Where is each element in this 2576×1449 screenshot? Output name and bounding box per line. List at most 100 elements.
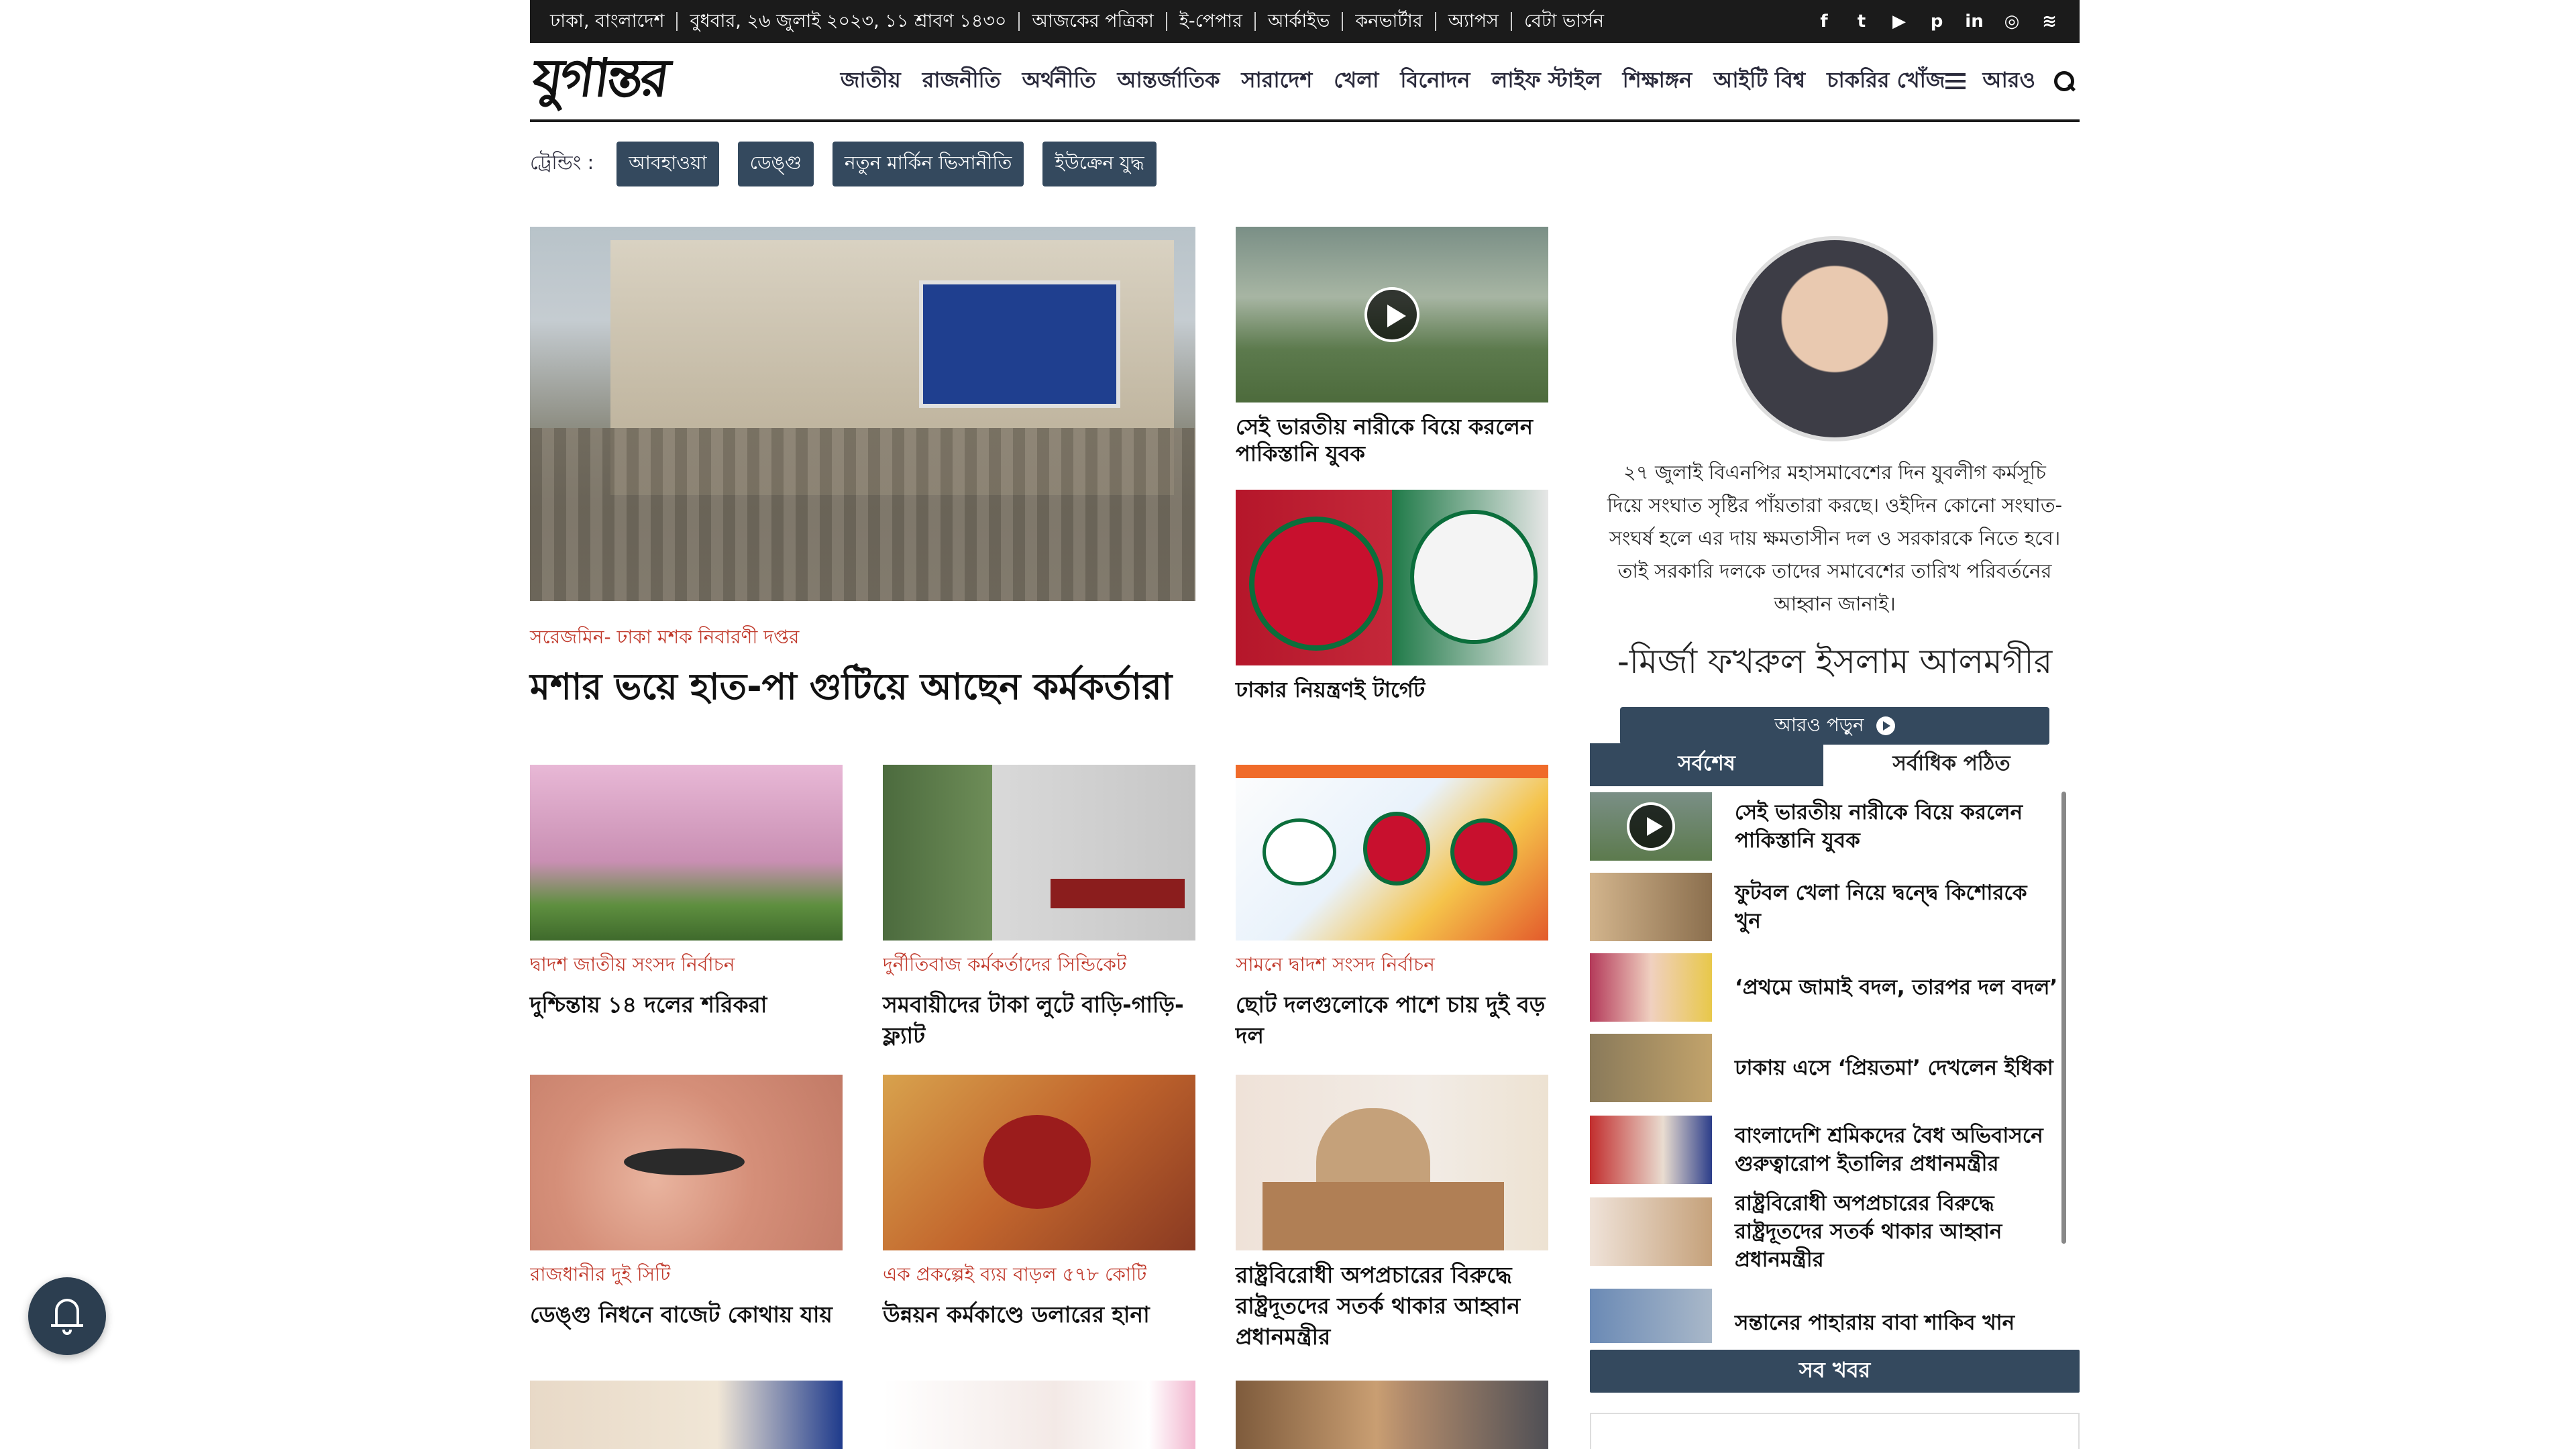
notification-bell-icon[interactable]: [28, 1277, 106, 1355]
menu-icon[interactable]: [1945, 73, 1966, 89]
news-card-kicker[interactable]: এক প্রকল্পেই ব্যয় বাড়ল ৫৭৮ কোটি: [883, 1260, 1195, 1291]
list-item-thumbnail[interactable]: [1590, 953, 1712, 1022]
quote-text: ২৭ জুলাই বিএনপির মহাসমাবেশের দিন যুবলীগ …: [1607, 461, 2063, 615]
list-item[interactable]: রাষ্ট্রবিরোধী অপপ্রচারের বিরুদ্ধে রাষ্ট্…: [1590, 1191, 2059, 1272]
side-story-title[interactable]: ঢাকার নিয়ন্ত্রণই টার্গেট: [1236, 676, 1548, 703]
twitter-icon[interactable]: t: [1851, 11, 1872, 32]
instagram-icon[interactable]: ◎: [2002, 11, 2022, 32]
news-card[interactable]: এক প্রকল্পেই ব্যয় বাড়ল ৫৭৮ কোটি উন্নয়…: [883, 1075, 1195, 1330]
nav-item-lifestyle[interactable]: লাইফ স্টাইল: [1492, 63, 1601, 99]
news-card[interactable]: দ্বাদশ জাতীয় সংসদ নির্বাচন দুশ্চিন্তায়…: [530, 765, 843, 1020]
list-item-thumbnail[interactable]: [1590, 873, 1712, 941]
search-icon[interactable]: [2053, 70, 2076, 93]
link-todays-paper[interactable]: আজকের পত্রিকা: [1020, 12, 1167, 31]
list-item-title[interactable]: ‘প্রথমে জামাই বদল, তারপর দল বদল’: [1735, 973, 2057, 1002]
news-card-image[interactable]: [530, 1381, 843, 1449]
trending-tag-dengue[interactable]: ডেঙ্গু: [737, 141, 814, 186]
list-item-thumbnail[interactable]: [1590, 792, 1712, 861]
rss-icon[interactable]: ≋: [2039, 11, 2059, 32]
news-card-image[interactable]: [1236, 1381, 1548, 1449]
list-item-thumbnail[interactable]: [1590, 1197, 1712, 1266]
list-item-thumbnail[interactable]: [1590, 1116, 1712, 1184]
play-icon[interactable]: [1364, 287, 1419, 342]
news-card[interactable]: সামনে দ্বাদশ সংসদ নির্বাচন ছোট দলগুলোকে …: [1236, 765, 1548, 1051]
news-card-kicker[interactable]: রাজধানীর দুই সিটি: [530, 1260, 843, 1291]
list-item-title[interactable]: সেই ভারতীয় নারীকে বিয়ে করলেন পাকিস্তান…: [1735, 798, 2059, 855]
more-menu-button[interactable]: আরও: [1983, 63, 2035, 99]
latest-news-list: সেই ভারতীয় নারীকে বিয়ে করলেন পাকিস্তান…: [1590, 792, 2080, 1343]
nav-item-country[interactable]: সারাদেশ: [1241, 63, 1312, 99]
news-card[interactable]: রাজধানীর দুই সিটি ডেঙ্গু নিধনে বাজেট কোথ…: [530, 1075, 843, 1330]
list-scrollbar[interactable]: [2059, 792, 2068, 1244]
news-card[interactable]: দুর্নীতিবাজ কর্মকর্তাদের সিন্ডিকেট সমবায…: [883, 765, 1195, 1051]
list-item-thumbnail[interactable]: [1590, 1289, 1712, 1343]
news-card-image[interactable]: [883, 765, 1195, 941]
linkedin-icon[interactable]: in: [1964, 11, 1984, 32]
list-item[interactable]: ফুটবল খেলা নিয়ে দ্বন্দ্বে কিশোরকে খুন: [1590, 872, 2059, 942]
youtube-icon[interactable]: ▶: [1889, 11, 1909, 32]
lead-story-kicker[interactable]: সরেজমিন- ঢাকা মশক নিবারণী দপ্তর: [530, 623, 799, 654]
nav-item-it-world[interactable]: আইটি বিশ্ব: [1713, 63, 1805, 99]
list-item-thumbnail[interactable]: [1590, 1034, 1712, 1102]
side-story-image[interactable]: [1236, 227, 1548, 402]
news-card-title[interactable]: ডেঙ্গু নিধনে বাজেট কোথায় যায়: [530, 1299, 843, 1330]
read-more-button[interactable]: আরও পড়ুন: [1620, 707, 2049, 745]
news-card-kicker[interactable]: দ্বাদশ জাতীয় সংসদ নির্বাচন: [530, 950, 843, 981]
news-card-title[interactable]: সমবায়ীদের টাকা লুটে বাড়ি-গাড়ি-ফ্ল্যাট: [883, 989, 1195, 1051]
list-item[interactable]: ঢাকায় এসে ‘প্রিয়তমা’ দেখলেন ইধিকা: [1590, 1033, 2059, 1103]
tab-most-read[interactable]: সর্বাধিক পঠিত: [1823, 743, 2080, 786]
all-news-button[interactable]: সব খবর: [1590, 1350, 2080, 1393]
list-item-title[interactable]: বাংলাদেশি শ্রমিকদের বৈধ অভিবাসনে গুরুত্ব…: [1735, 1122, 2059, 1178]
pinterest-icon[interactable]: p: [1927, 11, 1947, 32]
nav-item-politics[interactable]: রাজনীতি: [922, 63, 1001, 99]
news-card-title[interactable]: দুশ্চিন্তায় ১৪ দলের শরিকরা: [530, 989, 843, 1020]
list-item[interactable]: সন্তানের পাহারায় বাবা শাকিব খান: [1590, 1288, 2059, 1343]
news-card-title[interactable]: রাষ্ট্রবিরোধী অপপ্রচারের বিরুদ্ধে রাষ্ট্…: [1236, 1260, 1548, 1352]
nav-item-sports[interactable]: খেলা: [1334, 63, 1379, 99]
list-item-title[interactable]: সন্তানের পাহারায় বাবা শাকিব খান: [1735, 1309, 2015, 1337]
nav-item-economy[interactable]: অর্থনীতি: [1022, 63, 1096, 99]
trending-tag-ukraine-war[interactable]: ইউক্রেন যুদ্ধ: [1042, 141, 1157, 186]
link-converter[interactable]: কনভার্টার: [1343, 12, 1436, 31]
lead-story-title[interactable]: মশার ভয়ে হাত-পা গুটিয়ে আছেন কর্মকর্তার…: [530, 659, 1201, 719]
list-item[interactable]: ‘প্রথমে জামাই বদল, তারপর দল বদল’: [1590, 953, 2059, 1022]
link-apps[interactable]: অ্যাপস: [1436, 12, 1512, 31]
news-card-image[interactable]: [1236, 765, 1548, 941]
tab-latest[interactable]: সর্বশেষ: [1590, 743, 1823, 786]
nav-item-education[interactable]: শিক্ষাঙ্গন: [1623, 63, 1693, 99]
trending-tag-weather[interactable]: আবহাওয়া: [616, 141, 719, 186]
nav-item-entertainment[interactable]: বিনোদন: [1400, 63, 1470, 99]
top-bar: ঢাকা, বাংলাদেশ বুধবার, ২৬ জুলাই ২০২৩, ১১…: [530, 0, 2080, 43]
news-card-image[interactable]: [883, 1075, 1195, 1250]
side-story[interactable]: সেই ভারতীয় নারীকে বিয়ে করলেন পাকিস্তান…: [1236, 227, 1548, 467]
list-item[interactable]: বাংলাদেশি শ্রমিকদের বৈধ অভিবাসনে গুরুত্ব…: [1590, 1115, 2059, 1185]
news-card-title[interactable]: ছোট দলগুলোকে পাশে চায় দুই বড় দল: [1236, 989, 1548, 1051]
news-card-kicker[interactable]: সামনে দ্বাদশ সংসদ নির্বাচন: [1236, 950, 1548, 981]
news-card-image[interactable]: [530, 1075, 843, 1250]
list-item-title[interactable]: ফুটবল খেলা নিয়ে দ্বন্দ্বে কিশোরকে খুন: [1735, 879, 2059, 935]
site-logo[interactable]: যুগান্তর: [529, 48, 773, 115]
link-epaper[interactable]: ই-পেপার: [1167, 12, 1256, 31]
side-story-image[interactable]: [1236, 490, 1548, 665]
news-card-image[interactable]: [1236, 1075, 1548, 1250]
news-card-title[interactable]: উন্নয়ন কর্মকাণ্ডে ডলারের হানা: [883, 1299, 1195, 1330]
list-item-title[interactable]: রাষ্ট্রবিরোধী অপপ্রচারের বিরুদ্ধে রাষ্ট্…: [1735, 1189, 2059, 1274]
nav-item-national[interactable]: জাতীয়: [841, 63, 901, 99]
news-card[interactable]: রাষ্ট্রবিরোধী অপপ্রচারের বিরুদ্ধে রাষ্ট্…: [1236, 1075, 1548, 1352]
news-card-image[interactable]: [530, 765, 843, 941]
nav-item-jobs[interactable]: চাকরির খোঁজ: [1827, 63, 1945, 99]
news-card-kicker[interactable]: দুর্নীতিবাজ কর্মকর্তাদের সিন্ডিকেট: [883, 950, 1195, 981]
facebook-icon[interactable]: f: [1814, 11, 1834, 32]
news-card-image[interactable]: [883, 1381, 1195, 1449]
side-story[interactable]: ঢাকার নিয়ন্ত্রণই টার্গেট: [1236, 490, 1548, 703]
side-story-title[interactable]: সেই ভারতীয় নারীকে বিয়ে করলেন পাকিস্তান…: [1236, 413, 1548, 467]
link-archive[interactable]: আর্কাইভ: [1256, 12, 1344, 31]
list-item-title[interactable]: ঢাকায় এসে ‘প্রিয়তমা’ দেখলেন ইধিকা: [1735, 1054, 2053, 1082]
list-item[interactable]: সেই ভারতীয় নারীকে বিয়ে করলেন পাকিস্তান…: [1590, 792, 2059, 861]
nav-item-international[interactable]: আন্তর্জাতিক: [1118, 63, 1220, 99]
play-icon[interactable]: [1627, 802, 1675, 851]
trending-tag-visa-policy[interactable]: নতুন মার্কিন ভিসানীতি: [832, 141, 1024, 186]
lead-story-image[interactable]: [530, 227, 1195, 601]
news-tabs: সর্বশেষ সর্বাধিক পঠিত: [1590, 743, 2080, 786]
link-beta-version[interactable]: বেটা ভার্সন: [1512, 12, 1616, 31]
